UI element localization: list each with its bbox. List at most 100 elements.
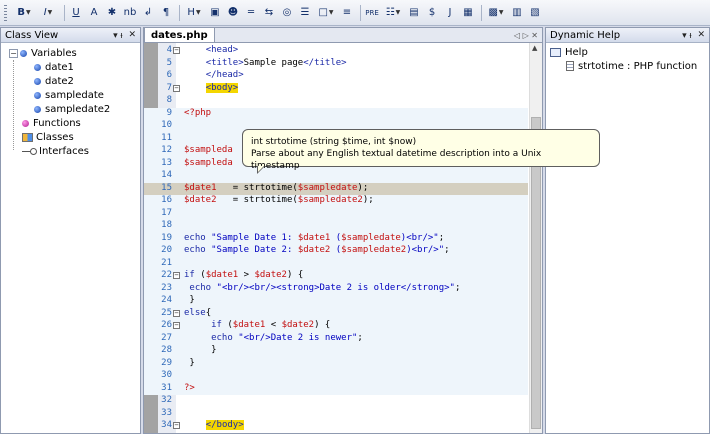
code-line[interactable]: 24 } — [144, 295, 528, 308]
line-number: 10 — [161, 120, 172, 130]
code-line[interactable]: 28 } — [144, 345, 528, 358]
toolbar-button[interactable]: ▤ — [406, 4, 422, 22]
code-line[interactable]: 6 </head> — [144, 70, 528, 83]
toolbar-button[interactable]: ▧ — [527, 4, 543, 22]
toolbar-button[interactable]: ▩ ▼ — [485, 4, 507, 22]
code-line[interactable]: 7− <body> — [144, 82, 528, 96]
toolbar-button[interactable]: ✱ — [104, 4, 120, 22]
tab-navigation-icons[interactable]: ◁ ▷ ✕ — [514, 31, 538, 40]
pin-icon[interactable]: ▾ ᵼ — [113, 30, 122, 41]
code-text: } — [184, 295, 195, 305]
code-line[interactable]: 20 echo "Sample Date 2: $date2 ($sampleda… — [144, 245, 528, 258]
code-line[interactable]: 34− </body> — [144, 420, 528, 433]
fold-toggle-icon[interactable]: − — [173, 84, 180, 92]
code-line[interactable]: 16 $date2 = strtotime($sampledate2); — [144, 195, 528, 208]
document-icon — [566, 61, 574, 71]
toolbar-button[interactable]: $ — [424, 4, 440, 22]
tree-item-sampledate2[interactable]: sampledate2 — [1, 102, 140, 116]
tree-item-date2[interactable]: date2 — [1, 74, 140, 88]
dropdown-arrow-icon[interactable]: ▼ — [396, 9, 401, 16]
dynamic-help-panel: Dynamic Help ▾ ᵼ ✕ Help strtotime : PHP f… — [545, 27, 710, 434]
tree-item-date1[interactable]: date1 — [1, 60, 140, 74]
toolbar-separator — [64, 4, 65, 21]
code-line[interactable]: 27 echo "<br/>Date 2 is newer"; — [144, 332, 528, 345]
code-line[interactable]: 31 ?> — [144, 382, 528, 395]
toolbar-button[interactable]: ☻ — [225, 4, 241, 22]
fold-toggle-icon[interactable]: − — [173, 422, 180, 429]
code-line[interactable]: 33 — [144, 408, 528, 421]
toolbar-button[interactable]: ▦ — [460, 4, 476, 22]
code-line[interactable]: 21 — [144, 257, 528, 270]
code-line[interactable]: 26− if ($date1 < $date2) { — [144, 320, 528, 333]
vertical-scrollbar[interactable]: ▲ — [529, 43, 542, 433]
tree-item-sampledate[interactable]: sampledate — [1, 88, 140, 102]
toolbar-button[interactable]: ▣ — [207, 4, 223, 22]
tree-item-interfaces[interactable]: Interfaces — [1, 144, 140, 158]
tree-item-functions[interactable]: Functions — [1, 116, 140, 130]
toolbar-button[interactable]: ¶ — [158, 4, 174, 22]
line-number: 7 — [166, 82, 172, 93]
toolbar-button-icon: ▥ — [512, 7, 522, 18]
code-line[interactable]: 8 — [144, 95, 528, 108]
toolbar-button-icon: ¶ — [162, 7, 170, 18]
toolbar-button[interactable]: J — [442, 4, 458, 22]
toolbar-button[interactable]: ☰ — [297, 4, 313, 22]
toolbar-button[interactable]: ▥ — [509, 4, 525, 22]
close-icon[interactable]: ✕ — [697, 30, 705, 40]
code-line[interactable]: 15 $date1 = strtotime($sampledate); — [144, 182, 528, 195]
toolbar-button[interactable]: B ▼ — [13, 4, 35, 22]
dropdown-arrow-icon[interactable]: ▼ — [48, 9, 53, 16]
code-line[interactable]: 17 — [144, 207, 528, 220]
toolbar-button[interactable]: H ▼ — [183, 4, 205, 22]
toolbar-grip[interactable] — [4, 4, 7, 21]
dropdown-arrow-icon[interactable]: ▼ — [196, 9, 201, 16]
code-text: </body> — [205, 420, 244, 430]
code-line[interactable]: 25− else{ — [144, 307, 528, 320]
toolbar-button[interactable]: ◎ — [279, 4, 295, 22]
toolbar-button[interactable]: PRE — [364, 4, 380, 22]
fold-toggle-icon[interactable]: − — [173, 309, 180, 317]
toolbar-button-icon: ☻ — [227, 7, 239, 18]
code-line[interactable]: 32 — [144, 395, 528, 408]
close-icon[interactable]: ✕ — [128, 30, 136, 40]
dropdown-arrow-icon[interactable]: ▼ — [329, 9, 334, 16]
pin-icon[interactable]: ▾ ᵼ — [682, 30, 691, 41]
tree-item-classes[interactable]: Classes — [1, 130, 140, 144]
code-line[interactable]: 29 } — [144, 357, 528, 370]
code-line[interactable]: 19 echo "Sample Date 1: $date1 ($sampleda… — [144, 232, 528, 245]
code-line[interactable]: 18 — [144, 220, 528, 233]
fold-toggle-icon[interactable]: − — [173, 322, 180, 329]
tree-item-label: Variables — [31, 47, 77, 59]
toolbar-button[interactable]: A — [86, 4, 102, 22]
code-editor[interactable]: 4− <head> 5 <title>Sample page</title> 6 <… — [144, 43, 542, 433]
toolbar-button-icon: A — [90, 7, 98, 18]
variable-icon — [34, 63, 41, 71]
toolbar-button[interactable]: ≡ — [339, 4, 355, 22]
formatting-toolbar: B ▼ I ▼ U A ✱ nb ↲ ¶ H ▼ ▣ ☻ ═ ⇆ ◎ ☰ □ ▼ ≡ PRE ☷ ▼ ▤ $ J ▦ ▩ ▼ ▥ ▧ — [0, 0, 710, 26]
code-line[interactable]: 9 <?php — [144, 107, 528, 120]
fold-toggle-icon[interactable]: − — [173, 47, 180, 54]
tree-item-variables[interactable]: − Variables — [1, 46, 140, 60]
tab-dates-php[interactable]: dates.php — [144, 27, 215, 42]
dropdown-arrow-icon[interactable]: ▼ — [26, 9, 31, 16]
toolbar-button[interactable]: □ ▼ — [315, 4, 337, 22]
code-line[interactable]: 23 echo "<br/><br/><strong>Date 2 is old… — [144, 282, 528, 295]
help-topic-group[interactable]: Help — [550, 45, 709, 59]
help-link-strtotime[interactable]: strtotime : PHP function — [550, 59, 709, 73]
toolbar-button[interactable]: nb — [122, 4, 138, 22]
toolbar-button[interactable]: ═ — [243, 4, 259, 22]
code-line[interactable]: 4− <head> — [144, 45, 528, 58]
fold-toggle-icon[interactable]: − — [173, 272, 180, 279]
toolbar-button[interactable]: ↲ — [140, 4, 156, 22]
code-line[interactable]: 5 <title>Sample page</title> — [144, 58, 528, 71]
toolbar-button[interactable]: ⇆ — [261, 4, 277, 22]
toolbar-separator — [481, 4, 482, 21]
collapse-icon[interactable]: − — [9, 48, 18, 58]
toolbar-button[interactable]: I ▼ — [37, 4, 59, 22]
code-line[interactable]: 30 — [144, 370, 528, 383]
dropdown-arrow-icon[interactable]: ▼ — [499, 9, 504, 16]
toolbar-button[interactable]: ☷ ▼ — [382, 4, 404, 22]
toolbar-button[interactable]: U — [68, 4, 84, 22]
scroll-up-icon[interactable]: ▲ — [532, 44, 537, 52]
code-line[interactable]: 22− if ($date1 > $date2) { — [144, 270, 528, 283]
